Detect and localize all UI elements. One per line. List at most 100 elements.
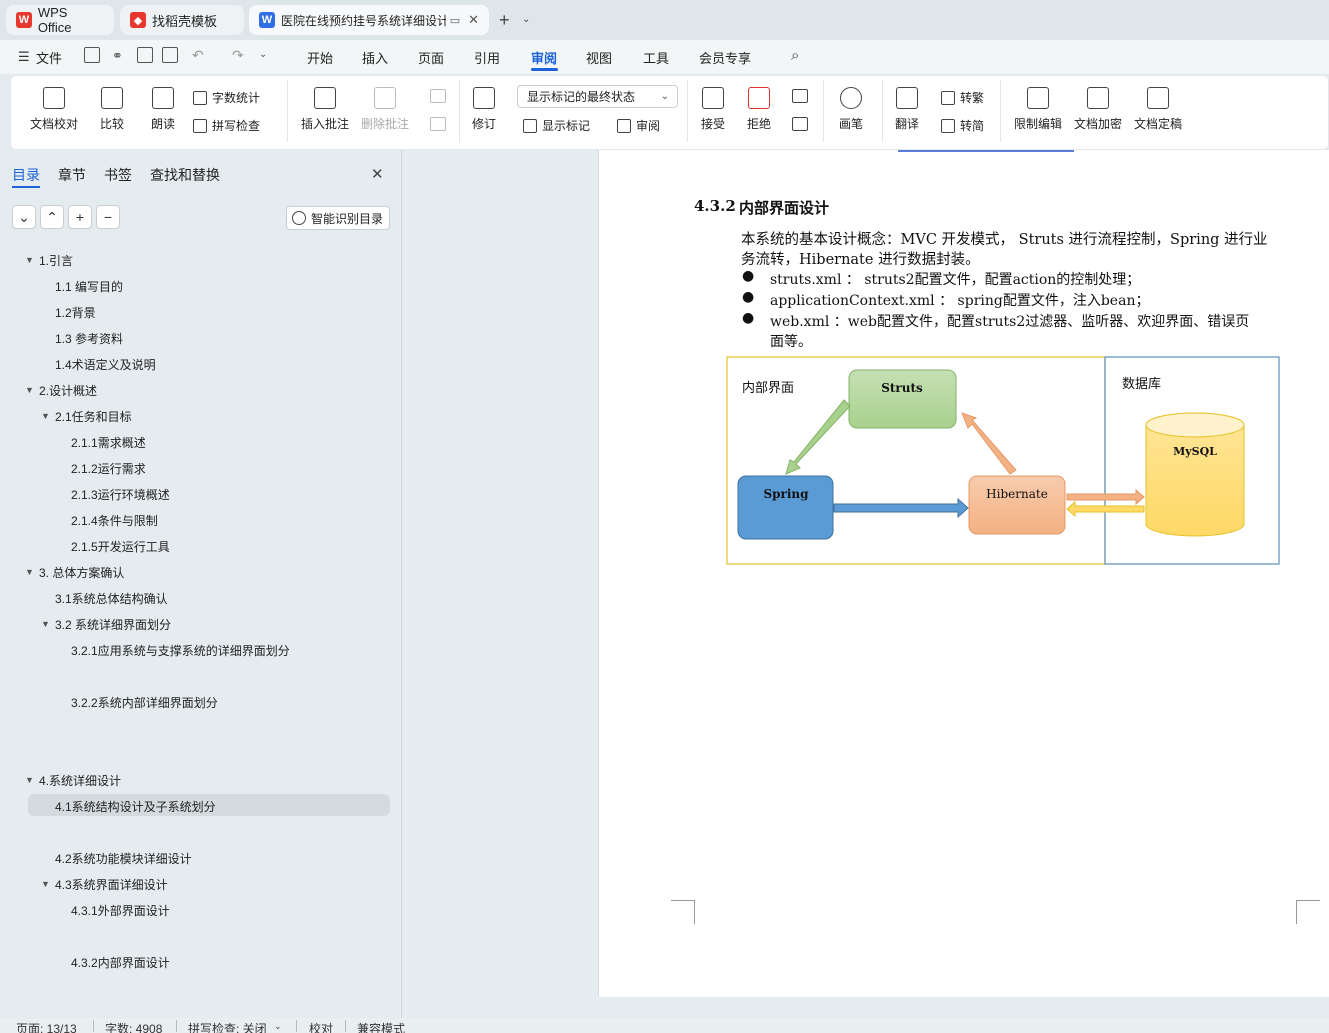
menu-review[interactable]: 审阅 [531, 48, 557, 67]
paragraph-line: 务流转，Hibernate 进行数据封装。 [741, 252, 980, 268]
expand-icon[interactable]: ▼ [25, 255, 34, 265]
insert-comment-button[interactable]: 插入批注 [301, 87, 349, 132]
redo-icon[interactable]: ↷ [232, 47, 244, 64]
link-icon[interactable]: ⚭ [112, 48, 123, 64]
review-pane-button[interactable]: 审阅 [617, 117, 660, 134]
toc-item[interactable]: 2.1任务和目标 [55, 408, 132, 425]
chevron-down-icon[interactable]: ⌄ [274, 1021, 282, 1032]
toc-item[interactable]: 1.2背景 [55, 304, 96, 321]
status-separator [345, 1020, 346, 1032]
menu-insert[interactable]: 插入 [362, 48, 388, 67]
next-change-icon[interactable] [792, 117, 808, 131]
toc-item[interactable]: 4.系统详细设计 [39, 772, 121, 789]
arrow-spring-hibernate [833, 497, 969, 519]
tab-document[interactable]: W 医院在线预约挂号系统详细设计 ▭ ✕ [249, 5, 489, 35]
toc-item[interactable]: 2.1.3运行环境概述 [71, 486, 170, 503]
encrypt-doc-button[interactable]: 文档加密 [1074, 87, 1122, 132]
tab-daoke-templates[interactable]: ◆ 找稻壳模板 [120, 5, 244, 35]
menu-view[interactable]: 视图 [586, 48, 612, 67]
compat-mode-indicator: 兼容模式 [357, 1022, 406, 1033]
expand-icon[interactable]: ▼ [25, 385, 34, 395]
delete-comment-button[interactable]: 删除批注 [361, 87, 409, 132]
toc-item[interactable]: 1.引言 [39, 252, 73, 269]
hamburger-icon[interactable]: ☰ [18, 49, 30, 65]
expand-icon[interactable]: ▼ [25, 775, 34, 785]
to-traditional-button[interactable]: 转繁 [941, 89, 984, 106]
menu-tools[interactable]: 工具 [643, 48, 669, 67]
toc-item[interactable]: 1.4术语定义及说明 [55, 356, 156, 373]
ribbon-separator [1000, 80, 1001, 142]
chevron-down-icon[interactable]: ⌄ [259, 49, 267, 60]
toc-item[interactable]: 2.1.4条件与限制 [71, 512, 158, 529]
translate-button[interactable]: 翻译 [895, 87, 919, 132]
toc-item[interactable]: 3.2.1应用系统与支撑系统的详细界面划分 [71, 642, 290, 659]
collapse-all-button[interactable]: ⌄ [12, 205, 36, 229]
toc-item[interactable]: 2.1.1需求概述 [71, 434, 146, 451]
menu-page[interactable]: 页面 [418, 48, 444, 67]
chevron-down-icon[interactable]: ⌄ [522, 14, 530, 25]
tab-wps-office[interactable]: W WPS Office [6, 5, 114, 35]
finalize-doc-button[interactable]: 文档定稿 [1134, 87, 1182, 132]
toc-item[interactable]: 3. 总体方案确认 [39, 564, 124, 581]
expand-icon[interactable]: ▼ [41, 879, 50, 889]
tab-bookmarks[interactable]: 书签 [104, 165, 132, 185]
toc-item[interactable]: 3.2.2系统内部详细界面划分 [71, 694, 218, 711]
add-heading-button[interactable]: + [68, 205, 92, 229]
spell-check-button[interactable]: 拼写检查 [193, 117, 260, 134]
remove-heading-button[interactable]: − [96, 205, 120, 229]
spell-check-indicator[interactable]: 拼写检查: 关闭 [188, 1020, 267, 1033]
toc-item[interactable]: 2.1.5开发运行工具 [71, 538, 170, 555]
track-changes-button[interactable]: 修订 [472, 87, 496, 132]
prev-change-icon[interactable] [792, 89, 808, 103]
restrict-editing-button[interactable]: 限制编辑 [1014, 87, 1062, 132]
tab-find-replace[interactable]: 查找和替换 [150, 165, 220, 185]
tab-chapters[interactable]: 章节 [58, 165, 86, 185]
toc-item[interactable]: 4.2系统功能模块详细设计 [55, 850, 192, 867]
read-aloud-button[interactable]: 朗读 [151, 87, 175, 132]
smart-toc-button[interactable]: 智能识别目录 [286, 206, 390, 230]
compare-button[interactable]: 比较 [100, 87, 124, 132]
next-comment-icon[interactable] [430, 117, 446, 131]
tab-toc[interactable]: 目录 [12, 165, 40, 185]
prev-comment-icon[interactable] [430, 89, 446, 103]
toc-item[interactable]: 4.3系统界面详细设计 [55, 876, 168, 893]
to-simplified-button[interactable]: 转简 [941, 117, 984, 134]
undo-icon[interactable]: ↶ [192, 47, 204, 64]
close-pane-icon[interactable]: ✕ [371, 165, 384, 183]
toc-item[interactable]: 1.1 编写目的 [55, 278, 123, 295]
print-icon[interactable] [137, 47, 153, 63]
move-up-button[interactable]: ⌃ [40, 205, 64, 229]
expand-icon[interactable]: ▼ [41, 619, 50, 629]
bullet-text: 面等。 [770, 334, 812, 350]
menu-start[interactable]: 开始 [307, 48, 333, 67]
menu-reference[interactable]: 引用 [474, 48, 500, 67]
word-count-button[interactable]: 字数统计 [193, 89, 260, 106]
expand-icon[interactable]: ▼ [41, 411, 50, 421]
save-icon[interactable] [84, 47, 100, 63]
expand-icon[interactable]: ▼ [25, 567, 34, 577]
show-markup-button[interactable]: 显示标记 [523, 117, 590, 134]
toc-item[interactable]: 2.设计概述 [39, 382, 97, 399]
accept-button[interactable]: 接受 [701, 87, 725, 132]
search-icon[interactable]: ⌕ [791, 47, 799, 64]
toc-item[interactable]: 4.3.2内部界面设计 [71, 954, 170, 971]
close-tab-icon[interactable]: ✕ [468, 12, 479, 28]
markup-state-select[interactable]: 显示标记的最终状态 ⌄ [517, 85, 678, 108]
toc-item[interactable]: 2.1.2运行需求 [71, 460, 146, 477]
menu-file[interactable]: 文件 [36, 48, 62, 67]
word-count-indicator[interactable]: 字数: 4908 [105, 1020, 162, 1033]
page-indicator[interactable]: 页面: 13/13 [16, 1020, 77, 1033]
doc-check-button[interactable]: 文档校对 [30, 87, 78, 132]
pen-button[interactable]: 画笔 [839, 87, 863, 132]
toc-item[interactable]: 4.3.1外部界面设计 [71, 902, 170, 919]
toc-item[interactable]: 1.3 参考资料 [55, 330, 123, 347]
print-preview-icon[interactable] [162, 47, 178, 63]
word-doc-icon: W [259, 12, 275, 28]
menu-member[interactable]: 会员专享 [699, 48, 751, 67]
reject-button[interactable]: 拒绝 [747, 87, 771, 132]
new-tab-icon[interactable]: + [499, 10, 510, 31]
proofread-indicator[interactable]: 校对 [309, 1020, 333, 1033]
toc-item[interactable]: 3.1系统总体结构确认 [55, 590, 168, 607]
toc-item-selected[interactable]: 4.1系统结构设计及子系统划分 [55, 798, 216, 815]
toc-item[interactable]: 3.2 系统详细界面划分 [55, 616, 171, 633]
